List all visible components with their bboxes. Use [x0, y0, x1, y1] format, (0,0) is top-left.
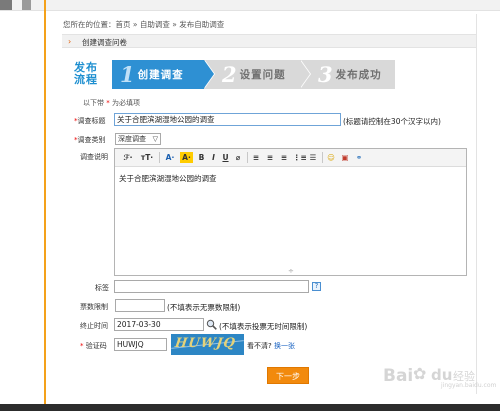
survey-category-label: *调查类别 [74, 135, 106, 145]
italic-icon[interactable]: I [209, 152, 218, 163]
toolbar-divider [322, 152, 323, 163]
step-chevron [204, 60, 214, 88]
captcha-image[interactable]: HUWJQ [171, 334, 244, 355]
baidu-jingyan-watermark: Bai ✿ du 经验 jingyan.baidu.com [383, 364, 497, 390]
calendar-search-icon[interactable] [206, 319, 217, 330]
required-star: * [80, 342, 84, 350]
next-step-button[interactable]: 下一步 [267, 367, 309, 384]
paw-icon: ✿ [413, 364, 427, 383]
survey-category-value: 深度调查 [118, 135, 146, 143]
breadcrumb-home-link[interactable]: 首页 [116, 20, 131, 29]
step-label: 发布成功 [335, 69, 382, 81]
step-indicator: 1 创建调查 2 设置问题 3 发布成功 [112, 60, 395, 89]
ordered-list-icon[interactable]: ⋮≡ [293, 152, 307, 163]
unordered-list-icon[interactable]: ☰ [308, 152, 318, 163]
tags-label: 标签 [95, 284, 109, 292]
section-header: › 创建调查问卷 [62, 34, 476, 48]
editor-content[interactable]: 关于合肥滨湖湿地公园的调查 [119, 173, 217, 184]
browser-top-strip [0, 0, 500, 11]
breadcrumb-separator: » [172, 20, 177, 29]
step-number: 1 [120, 62, 135, 87]
font-size-icon[interactable]: тT· [139, 152, 155, 163]
tags-input[interactable] [114, 280, 309, 293]
step-create-survey: 1 创建调查 [112, 60, 204, 89]
step-label: 创建调查 [137, 69, 184, 81]
underline-icon[interactable]: U [221, 152, 230, 163]
top-strip-block [0, 0, 12, 10]
captcha-image-text: HUWJQ [173, 336, 237, 351]
survey-category-label-text: 调查类别 [77, 136, 106, 144]
link-icon[interactable]: ⚭ [354, 152, 364, 163]
highlight-color-icon[interactable]: A· [180, 152, 193, 163]
required-note-prefix: 以下带 [83, 99, 104, 107]
align-left-icon[interactable]: ≡ [251, 152, 261, 163]
vote-limit-hint: (不填表示无票数限制) [167, 303, 241, 312]
captcha-refresh: 看不清? 换一张 [247, 341, 295, 351]
font-family-icon[interactable]: ℱ· [121, 152, 135, 163]
help-icon[interactable]: ? [312, 282, 321, 291]
captcha-label-text: 验证码 [85, 342, 107, 350]
end-time-input[interactable]: 2017-03-30 [114, 318, 204, 331]
step-number: 2 [222, 62, 237, 87]
breadcrumb-separator: » [132, 20, 138, 29]
required-note-suffix: 为必填项 [111, 99, 140, 107]
survey-title-label-text: 调查标题 [77, 117, 106, 125]
captcha-input[interactable]: HUWJQ [114, 338, 167, 351]
breadcrumb: 您所在的位置：首页 » 自助调查 » 发布自助调查 [63, 19, 224, 30]
required-fields-note: 以下带 * 为必填项 [83, 98, 140, 108]
vote-limit-input[interactable] [115, 299, 165, 312]
align-center-icon[interactable]: ≡ [265, 152, 275, 163]
watermark-bai: Bai [383, 366, 414, 386]
rich-text-editor[interactable]: ℱ· тT· A· A· B I U ⌀ ≡ ≡ ≡ ⋮≡ ☰ ☺ ▣ ⚭ 关于… [114, 148, 467, 276]
captcha-refresh-prefix: 看不清? [247, 342, 272, 350]
breadcrumb-current: 发布自助调查 [179, 20, 225, 29]
bottom-taskbar-strip [0, 404, 500, 411]
captcha-label: * 验证码 [80, 341, 107, 351]
end-time-label: 终止时间 [80, 322, 108, 330]
survey-category-select[interactable]: 深度调查 ▽ [115, 133, 161, 145]
toolbar-divider [247, 152, 248, 163]
section-title: 创建调查问卷 [82, 38, 127, 47]
watermark-url: jingyan.baidu.com [441, 382, 497, 389]
survey-title-input[interactable]: 关于合肥滨湖湿地公园的调查 [114, 113, 341, 126]
step-number: 3 [318, 62, 333, 87]
step-set-questions: 2 设置问题 [204, 60, 300, 89]
breadcrumb-section-link[interactable]: 自助调查 [140, 20, 170, 29]
right-divider [476, 14, 477, 394]
vote-limit-label: 票数限制 [80, 303, 108, 311]
clear-format-icon[interactable]: ⌀ [233, 152, 243, 163]
chevron-down-icon: ▽ [152, 135, 158, 143]
toolbar-divider [159, 152, 160, 163]
step-chevron [300, 60, 310, 88]
editor-toolbar: ℱ· тT· A· A· B I U ⌀ ≡ ≡ ≡ ⋮≡ ☰ ☺ ▣ ⚭ [115, 149, 466, 167]
required-star: * [106, 99, 110, 107]
process-label: 发布 流程 [71, 62, 101, 86]
step-publish-success: 3 发布成功 [300, 60, 395, 89]
survey-title-label: *调查标题 [74, 116, 106, 126]
top-strip-block [22, 0, 31, 10]
image-icon[interactable]: ▣ [340, 152, 350, 163]
step-label: 设置问题 [239, 69, 286, 81]
chevron-right-icon: › [68, 37, 72, 46]
survey-description-label: 调查说明 [80, 153, 108, 161]
resize-handle-icon[interactable]: ÷ [288, 267, 294, 275]
bold-icon[interactable]: B [197, 152, 206, 163]
align-right-icon[interactable]: ≡ [279, 152, 289, 163]
left-accent-line [44, 0, 46, 411]
breadcrumb-prefix: 您所在的位置： [63, 20, 116, 29]
captcha-refresh-link[interactable]: 换一张 [274, 342, 295, 350]
survey-title-hint: (标题请控制在30个汉字以内) [343, 117, 441, 126]
font-color-icon[interactable]: A· [164, 152, 176, 163]
emoticon-icon[interactable]: ☺ [326, 152, 336, 163]
process-label-line2: 流程 [74, 73, 98, 86]
end-time-hint: (不填表示投票无时间限制) [219, 322, 308, 331]
